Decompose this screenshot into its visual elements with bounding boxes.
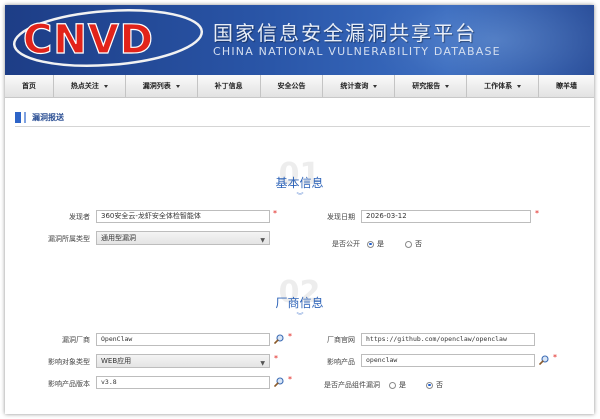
- public-label: 是否公开: [332, 240, 360, 248]
- finder-input[interactable]: 360安全云-龙虾安全体检智能体: [96, 210, 270, 223]
- nav-vuln-list[interactable]: 漏洞列表: [126, 75, 198, 97]
- target-type-select[interactable]: WEB应用 ▼: [96, 354, 270, 368]
- website-input[interactable]: https://github.com/openclaw/openclaw: [361, 333, 535, 346]
- breadcrumb: 漏洞报送: [15, 109, 64, 125]
- radio-button-checked[interactable]: [426, 381, 433, 389]
- nav-security-bulletin[interactable]: 安全公告: [261, 75, 324, 97]
- nav-patch-info[interactable]: 补丁信息: [198, 75, 261, 97]
- nav-wall[interactable]: 瞭羊墙: [539, 75, 594, 97]
- public-no-option[interactable]: 否: [405, 239, 422, 249]
- finder-label: 发现者: [69, 213, 90, 221]
- required-mark: *: [288, 375, 292, 384]
- search-icon[interactable]: [274, 334, 284, 344]
- breadcrumb-divider: [15, 126, 590, 127]
- site-title-en: CHINA NATIONAL VULNERABILITY DATABASE: [213, 45, 501, 58]
- chevron-down-icon: [517, 84, 522, 88]
- search-icon[interactable]: [274, 377, 284, 387]
- required-mark: *: [288, 332, 292, 341]
- vuln-type-select[interactable]: 通用型漏洞 ▼: [96, 231, 270, 245]
- chevron-down-icon: [445, 84, 450, 88]
- chevron-down-icon: [175, 84, 180, 88]
- breadcrumb-marker-icon: [15, 111, 21, 123]
- radio-button-checked[interactable]: [367, 240, 374, 248]
- product-label: 影响产品: [327, 358, 355, 366]
- section-title: 基本信息: [275, 176, 324, 190]
- chevron-down-icon: ▼: [260, 237, 265, 244]
- section-title: 厂商信息: [275, 296, 324, 310]
- target-type-label: 影响对象类型: [48, 358, 90, 366]
- site-banner: CNVD 国家信息安全漏洞共享平台 CHINA NATIONAL VULNERA…: [5, 5, 594, 75]
- site-title-cn: 国家信息安全漏洞共享平台: [213, 21, 477, 45]
- double-chevron-down-icon: ︾: [296, 312, 304, 320]
- vuln-type-label: 漏洞所属类型: [48, 235, 90, 243]
- radio-button[interactable]: [389, 381, 396, 389]
- date-label: 发现日期: [327, 213, 355, 221]
- required-mark: *: [273, 209, 277, 218]
- double-chevron-down-icon: ︾: [296, 192, 304, 200]
- chevron-down-icon: [373, 84, 378, 88]
- cnvd-logo[interactable]: CNVD: [11, 7, 206, 69]
- component-no-option[interactable]: 否: [426, 380, 443, 390]
- required-mark: *: [274, 354, 278, 363]
- main-nav: 首页 热点关注 漏洞列表 补丁信息 安全公告 统计查询 研究报告 工作体系 瞭羊…: [5, 75, 594, 98]
- page-frame: CNVD 国家信息安全漏洞共享平台 CHINA NATIONAL VULNERA…: [5, 5, 594, 414]
- page-title: 漏洞报送: [32, 112, 64, 122]
- chevron-down-icon: ▼: [260, 360, 265, 367]
- component-yes-option[interactable]: 是: [389, 380, 406, 390]
- chevron-down-icon: [103, 84, 108, 88]
- website-label: 厂商官网: [327, 336, 355, 344]
- nav-work-system[interactable]: 工作体系: [467, 75, 540, 97]
- vendor-input[interactable]: OpenClaw: [96, 333, 270, 346]
- required-mark: *: [535, 209, 539, 218]
- public-yes-option[interactable]: 是: [367, 239, 384, 249]
- version-label: 影响产品版本: [48, 380, 90, 388]
- search-icon[interactable]: [539, 355, 549, 365]
- nav-statistics[interactable]: 统计查询: [323, 75, 396, 97]
- date-input[interactable]: 2026-03-12: [361, 210, 531, 223]
- version-input[interactable]: v3.8: [96, 376, 270, 389]
- radio-button[interactable]: [405, 240, 412, 248]
- component-label: 是否产品组件漏洞: [324, 381, 380, 389]
- nav-research-report[interactable]: 研究报告: [395, 75, 468, 97]
- nav-home[interactable]: 首页: [5, 75, 54, 97]
- required-mark: *: [553, 353, 557, 362]
- vendor-label: 漏洞厂商: [62, 336, 90, 344]
- product-input[interactable]: openclaw: [361, 354, 535, 367]
- nav-hot-topics[interactable]: 热点关注: [54, 75, 126, 97]
- breadcrumb-marker-icon: [24, 111, 26, 123]
- svg-text:CNVD: CNVD: [23, 17, 154, 63]
